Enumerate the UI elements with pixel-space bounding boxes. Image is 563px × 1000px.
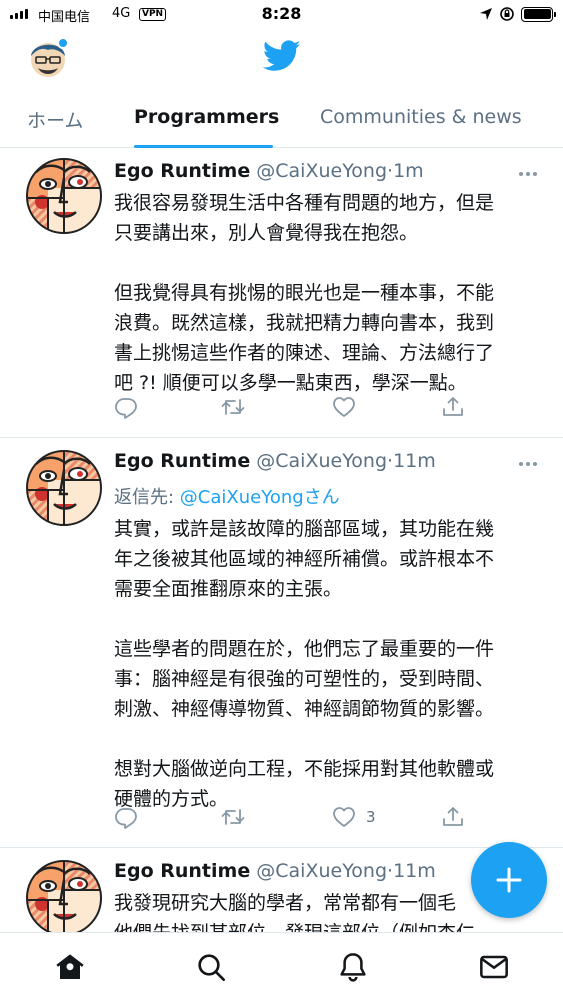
author-name[interactable]: Ego Runtime [114,860,250,882]
tweet-text-line: 其實，或許是該故障的腦部區域，其功能在幾 [114,518,495,540]
retweet-icon [221,805,245,829]
twitter-bird-icon [262,40,301,72]
reply-icon [114,395,138,419]
nav-search[interactable] [195,951,227,983]
tweet-header: Ego Runtime @CaiXueYong·11m [114,860,436,882]
more-options-icon[interactable] [519,462,537,466]
retweet-button[interactable] [221,395,245,419]
replying-to: 返信先: @CaiXueYongさん [114,483,340,509]
more-options-icon[interactable] [519,172,537,176]
tab-communities-news[interactable]: Communities & news [320,106,522,128]
tab-home[interactable]: ホーム [27,106,83,133]
tweet-card[interactable]: Ego Runtime @CaiXueYong·11m 返信先: @CaiXue… [0,438,563,848]
tweet-card[interactable]: Ego Runtime @CaiXueYong·1m 我很容易發現生活中各種有問… [0,148,563,438]
nav-notifications[interactable] [337,951,369,983]
reply-button[interactable] [114,395,138,419]
tweet-timestamp[interactable]: 1m [393,160,424,182]
tweet-text-line: 年之後被其他區域的神經所補償。或許根本不 [114,548,495,570]
nav-home[interactable] [54,951,86,983]
author-avatar[interactable] [26,450,102,526]
heart-icon [332,805,356,829]
tweet-text-line: 吧 ?! 順便可以多學一點東西，學深一點。 [114,372,467,394]
like-button[interactable] [332,395,366,419]
tweet-text-line: 這些學者的問題在於，他們忘了最重要的一件 [114,638,495,660]
tweet-text-line: 事：腦神經是有很強的可塑性的，受到時間、 [114,668,495,690]
tweet-text: 我發現研究大腦的學者，常常都有一個毛 他們先找到某部位，發現這部位（例如杏仁 [114,888,534,932]
reply-mention-link[interactable]: @CaiXueYongさん [180,487,340,508]
like-count: 3 [366,808,376,826]
timeline-tabs: ホーム Programmers Communities & news [0,96,563,148]
tweet-header: Ego Runtime @CaiXueYong·1m [114,160,424,182]
bottom-navigation [0,932,563,1000]
tweet-timestamp[interactable]: 11m [393,450,436,472]
tweet-text-line: 浪費。既然這樣，我就把精力轉向書本，我到 [114,312,495,334]
profile-avatar[interactable] [26,36,70,80]
like-button[interactable]: 3 [332,805,376,829]
author-handle[interactable]: @CaiXueYong [256,450,387,472]
messages-envelope-icon [480,955,508,979]
tweet-text-line: 我發現研究大腦的學者，常常都有一個毛 [114,892,457,914]
location-arrow-icon [480,8,492,20]
tweet-actions: 3 [114,805,474,831]
author-handle[interactable]: @CaiXueYong [256,860,387,882]
retweet-button[interactable] [221,805,245,829]
tweet-text-line: 只要講出來，別人會覺得我在抱怨。 [114,222,419,244]
share-icon [441,395,465,419]
author-avatar[interactable] [26,158,102,234]
search-icon [198,954,225,981]
tweet-text: 我很容易發現生活中各種有問題的地方，但是 只要講出來，別人會覺得我在抱怨。 但我… [114,188,534,398]
tweet-text-line: 但我覺得具有挑惕的眼光也是一種本事，不能 [114,282,495,304]
share-button[interactable] [441,805,465,829]
status-bar: 中国电信 4G VPN 8:28 [0,0,563,30]
tweet-text-line: 我很容易發現生活中各種有問題的地方，但是 [114,192,495,214]
home-icon [56,954,84,979]
tweet-text-line: 他們先找到某部位，發現這部位（例如杏仁 [114,918,534,932]
tweet-actions [114,395,474,421]
author-handle[interactable]: @CaiXueYong [256,160,387,182]
tweet-header: Ego Runtime @CaiXueYong·11m [114,450,436,472]
tab-programmers[interactable]: Programmers [134,106,279,128]
reply-button[interactable] [114,805,138,829]
tweet-text-line: 刺激、神經傳導物質、神經調節物質的影響。 [114,698,495,720]
heart-icon [332,395,356,419]
author-name[interactable]: Ego Runtime [114,160,250,182]
notifications-bell-icon [340,953,366,982]
share-icon [441,805,465,829]
retweet-icon [221,395,245,419]
battery-icon [521,6,556,22]
author-avatar[interactable] [26,860,102,932]
share-button[interactable] [441,395,465,419]
author-name[interactable]: Ego Runtime [114,450,250,472]
tweet-text: 其實，或許是該故障的腦部區域，其功能在幾 年之後被其他區域的神經所補償。或許根本… [114,514,534,814]
tweet-text-line: 書上挑惕這些作者的陳述、理論、方法總行了 [114,342,495,364]
tweet-text-line: 想對大腦做逆向工程，不能採用對其他軟體或 [114,758,495,780]
compose-plus-icon [496,867,522,893]
nav-messages[interactable] [478,951,510,983]
rotation-lock-icon [500,7,514,21]
tweet-timestamp[interactable]: 11m [393,860,436,882]
compose-tweet-button[interactable] [471,842,547,918]
reply-prefix: 返信先: [114,487,180,508]
reply-icon [114,805,138,829]
tweet-text-line: 需要全面推翻原來的主張。 [114,578,343,600]
